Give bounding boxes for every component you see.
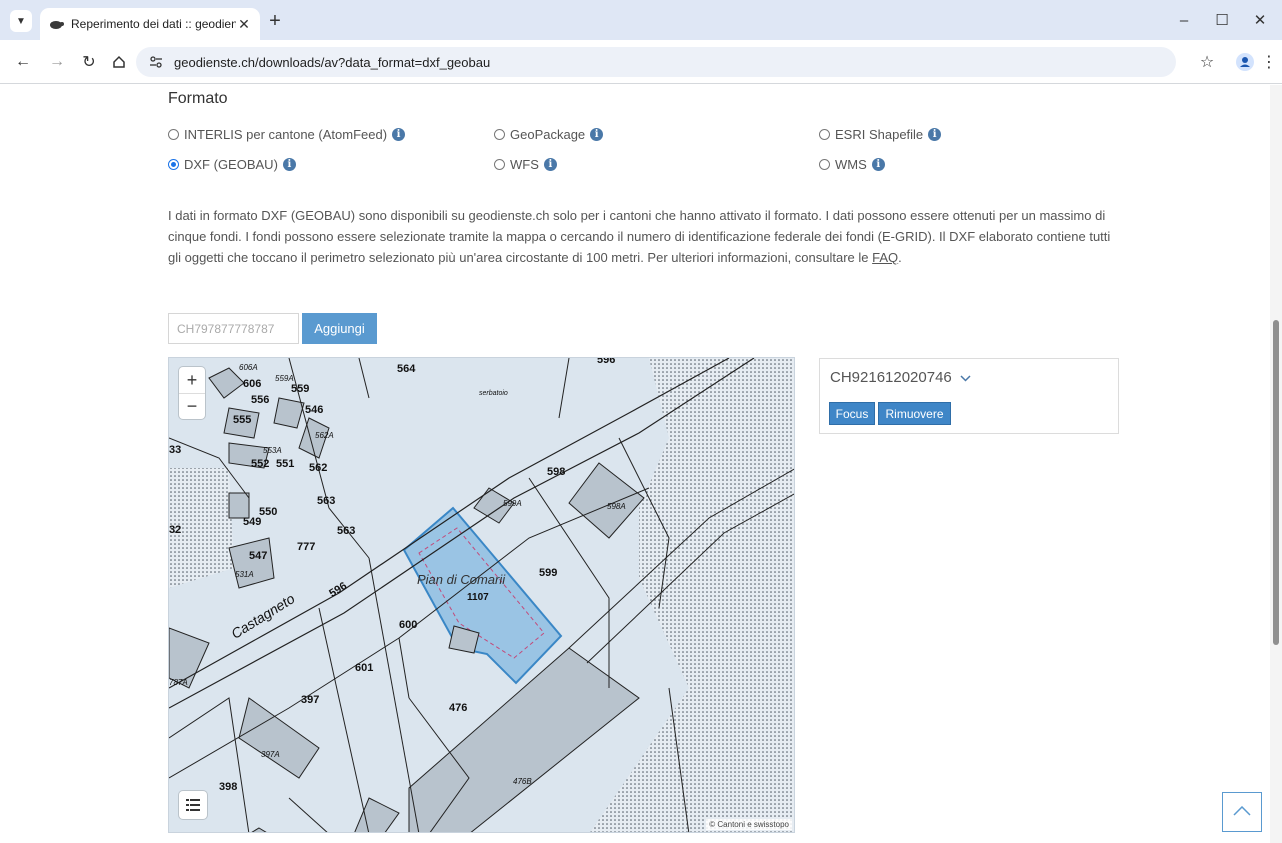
zoom-in-button[interactable]: + [179,367,205,393]
scrollbar-thumb[interactable] [1273,320,1279,645]
page-content: Formato INTERLIS per cantone (AtomFeed) … [0,85,1282,843]
chevron-up-icon [1233,803,1251,821]
faq-link[interactable]: FAQ [872,250,898,265]
tab-search-chevron-icon[interactable]: ▼ [10,10,32,32]
format-option-dxf[interactable]: DXF (GEOBAU) i [168,157,296,172]
back-icon[interactable]: ← [12,51,34,73]
egrid-input[interactable] [168,313,299,344]
format-option-geopackage[interactable]: GeoPackage i [494,127,604,142]
info-icon[interactable]: i [871,158,885,171]
format-heading: Formato [168,90,228,107]
format-label: WMS [835,157,867,172]
tab-title: Reperimento dei dati :: geodien [71,17,236,31]
browser-tab-bar: ▼ Reperimento dei dati :: geodien ✕ + – … [0,0,1282,40]
info-icon[interactable]: i [282,158,296,171]
zoom-out-button[interactable]: − [179,393,205,419]
format-label: GeoPackage [510,127,586,142]
map-attribution: © Cantoni e swisstopo [706,819,792,830]
layers-list-icon[interactable] [179,791,207,819]
focus-button[interactable]: Focus [829,402,875,425]
forward-icon[interactable]: → [46,51,68,73]
selected-parcel-panel: CH921612020746 Focus Rimuovere [819,358,1119,434]
info-icon[interactable]: i [392,128,406,141]
cadastral-map[interactable]: 564 596 606A 606 559A 559 556 546 555 56… [168,357,795,833]
radio-button[interactable] [494,129,505,140]
url-text: geodienste.ch/downloads/av?data_format=d… [174,54,491,70]
radio-button[interactable] [819,159,830,170]
chevron-down-icon[interactable] [960,371,971,385]
minimize-icon[interactable]: – [1170,8,1198,32]
remove-button[interactable]: Rimuovere [878,402,951,425]
format-label: ESRI Shapefile [835,127,924,142]
map-canvas[interactable] [169,358,795,833]
window-close-icon[interactable]: ✕ [1246,8,1274,32]
home-icon[interactable] [108,51,130,73]
turtle-favicon-icon [48,17,64,31]
page-scrollbar[interactable] [1270,85,1282,843]
info-icon[interactable]: i [928,128,942,141]
site-settings-icon[interactable] [148,54,164,70]
address-bar: ← → ↻ geodienste.ch/downloads/av?data_fo… [0,40,1282,84]
radio-button[interactable] [168,129,179,140]
profile-icon[interactable] [1234,51,1256,73]
add-button[interactable]: Aggiungi [302,313,377,344]
tab-close-icon[interactable]: ✕ [236,16,252,33]
format-option-wfs[interactable]: WFS i [494,157,557,172]
description-end: . [898,250,902,265]
maximize-icon[interactable]: ☐ [1208,8,1236,32]
description-text: I dati in formato DXF (GEOBAU) sono disp… [168,208,1111,265]
radio-button[interactable] [819,129,830,140]
new-tab-icon[interactable]: + [262,9,288,33]
browser-tab[interactable]: Reperimento dei dati :: geodien ✕ [40,8,260,40]
format-label: DXF (GEOBAU) [184,157,278,172]
back-to-top-button[interactable] [1222,792,1262,832]
parcel-egrid-toggle[interactable]: CH921612020746 [830,369,971,386]
bookmark-star-icon[interactable]: ☆ [1196,51,1218,73]
format-description: I dati in formato DXF (GEOBAU) sono disp… [168,205,1118,268]
radio-button-selected[interactable] [168,159,179,170]
url-field[interactable]: geodienste.ch/downloads/av?data_format=d… [136,47,1176,77]
zoom-control: + − [179,367,205,419]
format-label: INTERLIS per cantone (AtomFeed) [184,127,388,142]
format-label: WFS [510,157,539,172]
format-option-shapefile[interactable]: ESRI Shapefile i [819,127,942,142]
parcel-egrid: CH921612020746 [830,369,952,386]
radio-button[interactable] [494,159,505,170]
format-option-interlis[interactable]: INTERLIS per cantone (AtomFeed) i [168,127,406,142]
info-icon[interactable]: i [543,158,557,171]
browser-menu-icon[interactable]: ⋮ [1261,51,1277,73]
reload-icon[interactable]: ↻ [78,51,100,73]
format-option-wms[interactable]: WMS i [819,157,885,172]
info-icon[interactable]: i [590,128,604,141]
